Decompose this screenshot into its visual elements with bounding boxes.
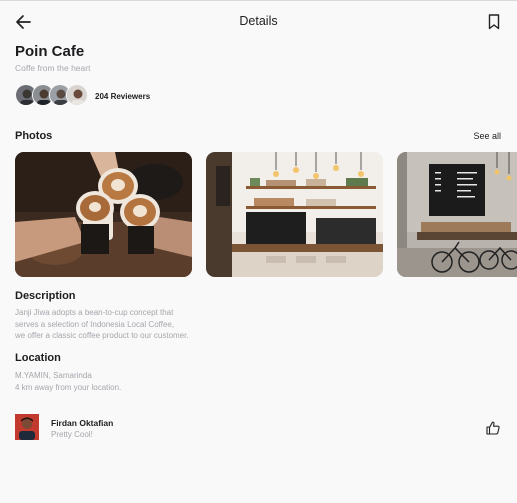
photo-cafe-interior[interactable] [397, 152, 517, 277]
location-address: M.YAMIN, Samarinda [15, 371, 92, 380]
description-text: Janji Jiwa adopts a bean-to-cup concept … [15, 307, 245, 342]
description-heading: Description [15, 290, 76, 302]
reviewer-avatar [15, 414, 39, 440]
location-text: M.YAMIN, Samarinda 4 km away from your l… [15, 370, 245, 393]
review-comment: Pretty Cool! [51, 430, 93, 439]
page-title: Details [239, 14, 278, 28]
top-divider [0, 0, 517, 1]
bookmark-button[interactable] [486, 12, 502, 32]
details-screen: Details Poin Cafe Coffe from the heart 2… [0, 0, 517, 503]
description-line: serves a selection of Indonesia Local Co… [15, 319, 175, 329]
thumbs-up-icon [486, 421, 500, 435]
photo-coffee-cheers[interactable] [15, 152, 192, 277]
cafe-tagline: Coffe from the heart [15, 63, 91, 73]
reviewers-row[interactable]: 204 Reviewers [15, 84, 215, 108]
location-distance: 4 km away from your location. [15, 382, 122, 392]
photo-cafe-bar[interactable] [206, 152, 383, 277]
description-line: Janji Jiwa adopts a bean-to-cup concept … [15, 308, 174, 317]
header: Details [0, 10, 517, 34]
bookmark-icon [488, 14, 500, 30]
description-line: we offer a classic coffee product to our… [15, 331, 189, 340]
photos-heading: Photos [15, 130, 53, 142]
avatar [66, 84, 88, 106]
cafe-name: Poin Cafe [15, 43, 85, 60]
reviewer-name: Firdan Oktafian [51, 418, 114, 428]
location-heading: Location [15, 352, 61, 364]
like-button[interactable] [485, 420, 501, 436]
see-all-link[interactable]: See all [473, 131, 501, 141]
reviewers-count: 204 Reviewers [95, 92, 151, 101]
